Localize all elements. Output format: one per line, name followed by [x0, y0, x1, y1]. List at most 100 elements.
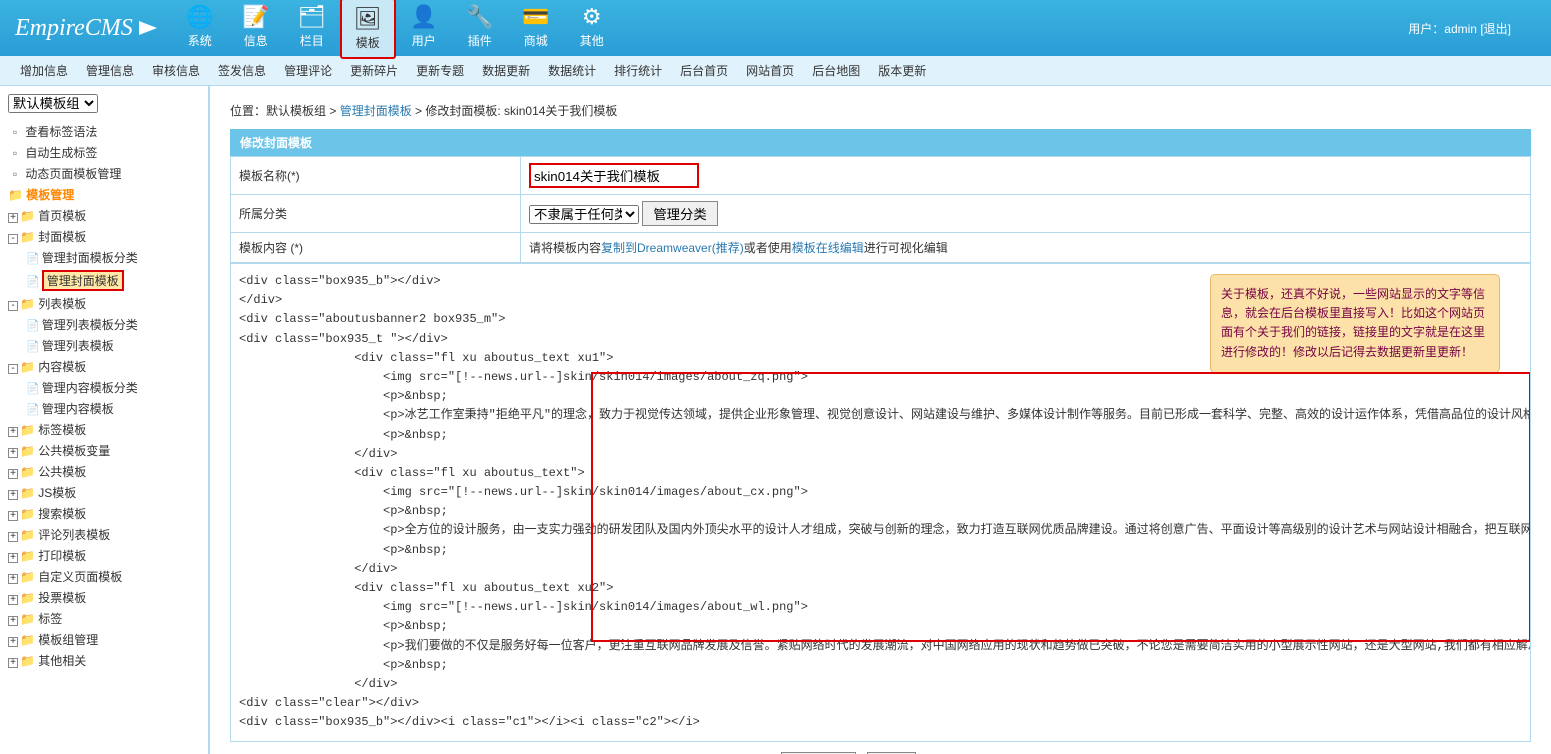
- sub-nav: 增加信息 管理信息 审核信息 签发信息 管理评论 更新碎片 更新专题 数据更新 数据统计 排行统计…: [0, 56, 1551, 86]
- category-select[interactable]: 不隶属于任何类别: [529, 205, 639, 224]
- sidebar-自动生成标签[interactable]: 自动生成标签: [25, 146, 97, 160]
- logout-link[interactable]: [退出]: [1480, 22, 1511, 36]
- annotation-note: 关于模板，还真不好说，一些网站显示的文字等信息，就会在后台模板里直接写入！比如这…: [1210, 274, 1500, 373]
- tree-child-管理列表模板分类[interactable]: 管理列表模板分类: [42, 318, 138, 332]
- subnav-排行统计[interactable]: 排行统计: [614, 62, 662, 79]
- tree-搜索模板[interactable]: 搜索模板: [38, 507, 86, 521]
- tree-打印模板[interactable]: 打印模板: [38, 549, 86, 563]
- tree-JS模板[interactable]: JS模板: [38, 486, 76, 500]
- subnav-增加信息[interactable]: 增加信息: [20, 62, 68, 79]
- code-line: <p>&nbsp;: [239, 656, 1522, 675]
- code-line: <img src="[!--news.url--]skin/skin014/im…: [239, 598, 1522, 617]
- code-line: <p>&nbsp;: [239, 502, 1522, 521]
- tree-child-管理封面模板[interactable]: 管理封面模板: [42, 270, 124, 291]
- code-line: <div class="fl xu aboutus_text xu2">: [239, 579, 1522, 598]
- tree-列表模板[interactable]: 列表模板: [38, 297, 86, 311]
- nav-信息[interactable]: 📝信息: [228, 0, 284, 59]
- tree-公共模板[interactable]: 公共模板: [38, 465, 86, 479]
- code-line: <p>&nbsp;: [239, 426, 1522, 445]
- subnav-更新碎片[interactable]: 更新碎片: [350, 62, 398, 79]
- tree-自定义页面模板[interactable]: 自定义页面模板: [38, 570, 122, 584]
- breadcrumb: 位置：默认模板组 > 管理封面模板 > 修改封面模板: skin014关于我们模…: [230, 96, 1531, 129]
- code-line: <p>&nbsp;: [239, 541, 1522, 560]
- nav-用户[interactable]: 👤用户: [396, 0, 452, 59]
- subnav-签发信息[interactable]: 签发信息: [218, 62, 266, 79]
- sidebar-动态页面模板管理[interactable]: 动态页面模板管理: [25, 167, 121, 181]
- template-name-input[interactable]: [529, 163, 699, 188]
- expand-icon[interactable]: +: [8, 574, 18, 584]
- expand-icon[interactable]: +: [8, 637, 18, 647]
- expand-icon[interactable]: +: [8, 595, 18, 605]
- subnav-管理评论[interactable]: 管理评论: [284, 62, 332, 79]
- expand-icon[interactable]: -: [8, 234, 18, 244]
- online-edit-link[interactable]: 模板在线编辑: [792, 241, 864, 255]
- main-content: 位置：默认模板组 > 管理封面模板 > 修改封面模板: skin014关于我们模…: [210, 86, 1551, 754]
- breadcrumb-link[interactable]: 管理封面模板: [340, 104, 412, 118]
- subnav-管理信息[interactable]: 管理信息: [86, 62, 134, 79]
- nav-商城[interactable]: 💳商城: [508, 0, 564, 59]
- subnav-网站首页[interactable]: 网站首页: [746, 62, 794, 79]
- tree-封面模板[interactable]: 封面模板: [38, 230, 86, 244]
- tree-其他相关[interactable]: 其他相关: [38, 654, 86, 668]
- expand-icon[interactable]: +: [8, 490, 18, 500]
- sidebar: 默认模板组 ▫ 查看标签语法▫ 自动生成标签▫ 动态页面模板管理 📁 模板管理 …: [0, 86, 210, 754]
- manage-category-button[interactable]: 管理分类: [642, 201, 717, 226]
- sidebar-查看标签语法[interactable]: 查看标签语法: [25, 125, 97, 139]
- code-line: </div>: [239, 560, 1522, 579]
- logo: EmpireCMS: [0, 15, 172, 42]
- template-group-select[interactable]: 默认模板组: [8, 94, 98, 113]
- subnav-更新专题[interactable]: 更新专题: [416, 62, 464, 79]
- nav-模板[interactable]: 🖼模板: [340, 0, 396, 59]
- tree-标签[interactable]: 标签: [38, 612, 62, 626]
- label-category: 所属分类: [231, 195, 521, 233]
- code-line: <p>我们要做的不仅是服务好每一位客户，更注重互联网品牌发展及信誉。紧贴网络时代…: [239, 637, 1522, 656]
- code-line: </div>: [239, 445, 1522, 464]
- form-table: 模板名称(*) 所属分类 不隶属于任何类别 管理分类 模板内容 (*) 请将模板…: [230, 156, 1531, 263]
- tree-评论列表模板[interactable]: 评论列表模板: [38, 528, 110, 542]
- expand-icon[interactable]: +: [8, 532, 18, 542]
- panel-title: 修改封面模板: [230, 129, 1531, 156]
- tree-child-管理内容模板分类[interactable]: 管理内容模板分类: [42, 381, 138, 395]
- expand-icon[interactable]: +: [8, 448, 18, 458]
- code-line: <p>&nbsp;: [239, 617, 1522, 636]
- tree-内容模板[interactable]: 内容模板: [38, 360, 86, 374]
- subnav-后台首页[interactable]: 后台首页: [680, 62, 728, 79]
- code-line: <div class="box935_b"></div><i class="c1…: [239, 713, 1522, 732]
- tree-投票模板[interactable]: 投票模板: [38, 591, 86, 605]
- code-line: </div>: [239, 675, 1522, 694]
- code-line: <p>冰艺工作室秉持"拒绝平凡"的理念，致力于视觉传达领域，提供企业形象管理、视…: [239, 406, 1522, 425]
- nav-栏目[interactable]: 🗂栏目: [284, 0, 340, 59]
- code-line: <p>&nbsp;: [239, 387, 1522, 406]
- nav-其他[interactable]: ⚙其他: [564, 0, 620, 59]
- tree-模板组管理[interactable]: 模板组管理: [38, 633, 98, 647]
- user-area: 用户：admin [退出]: [1408, 20, 1551, 37]
- subnav-审核信息[interactable]: 审核信息: [152, 62, 200, 79]
- expand-icon[interactable]: +: [8, 469, 18, 479]
- tree-child-管理封面模板分类[interactable]: 管理封面模板分类: [42, 251, 138, 265]
- code-line: <div class="clear"></div>: [239, 694, 1522, 713]
- tree-标签模板[interactable]: 标签模板: [38, 423, 86, 437]
- subnav-版本更新[interactable]: 版本更新: [878, 62, 926, 79]
- expand-icon[interactable]: -: [8, 301, 18, 311]
- label-template-content: 模板内容 (*): [231, 233, 521, 263]
- tree-首页模板[interactable]: 首页模板: [38, 209, 86, 223]
- subnav-后台地图[interactable]: 后台地图: [812, 62, 860, 79]
- copy-dreamweaver-link[interactable]: 复制到Dreamweaver(推荐): [601, 241, 744, 255]
- nav-系统[interactable]: 🌐系统: [172, 0, 228, 59]
- expand-icon[interactable]: +: [8, 553, 18, 563]
- expand-icon[interactable]: +: [8, 511, 18, 521]
- expand-icon[interactable]: +: [8, 427, 18, 437]
- subnav-数据更新[interactable]: 数据更新: [482, 62, 530, 79]
- expand-icon[interactable]: -: [8, 364, 18, 374]
- tree-公共模板变量[interactable]: 公共模板变量: [38, 444, 110, 458]
- subnav-数据统计[interactable]: 数据统计: [548, 62, 596, 79]
- nav-插件[interactable]: 🔧插件: [452, 0, 508, 59]
- tree-child-管理列表模板[interactable]: 管理列表模板: [42, 339, 114, 353]
- code-line: <div class="fl xu aboutus_text">: [239, 464, 1522, 483]
- template-code-area[interactable]: 关于模板，还真不好说，一些网站显示的文字等信息，就会在后台模板里直接写入！比如这…: [230, 263, 1531, 742]
- expand-icon[interactable]: +: [8, 658, 18, 668]
- code-line: <img src="[!--news.url--]skin/skin014/im…: [239, 483, 1522, 502]
- expand-icon[interactable]: +: [8, 616, 18, 626]
- tree-child-管理内容模板[interactable]: 管理内容模板: [42, 402, 114, 416]
- expand-icon[interactable]: +: [8, 213, 18, 223]
